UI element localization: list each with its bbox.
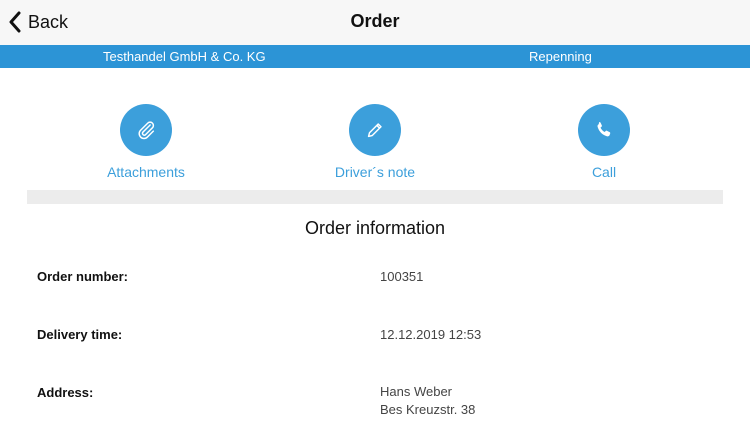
attachments-button[interactable]: Attachments [66,104,226,180]
attachments-circle[interactable] [120,104,172,156]
delivery-time-value: 12.12.2019 12:53 [380,327,482,342]
contact-name: Repenning [529,49,592,64]
phone-icon [597,122,611,137]
drivers-note-button[interactable]: Driver´s note [295,104,455,180]
attachments-label: Attachments [107,164,185,180]
company-name: Testhandel GmbH & Co. KG [103,49,266,64]
address-label: Address: [37,385,94,400]
order-content: Attachments Driver´s note Call Order inf… [0,68,750,422]
delivery-time-label: Delivery time: [37,327,123,342]
order-information-title: Order information [304,218,446,238]
call-circle[interactable] [578,104,630,156]
call-label: Call [591,164,617,180]
order-number-label: Order number: [37,269,129,284]
section-divider [27,190,723,204]
page-title: Order [350,11,400,31]
drivers-note-label: Driver´s note [334,164,416,180]
address-street: Bes Kreuzstr. 38 [380,402,476,417]
address-name: Hans Weber [380,384,453,399]
paperclip-icon [138,121,155,140]
customer-info-bar: Testhandel GmbH & Co. KG Repenning [0,45,750,68]
call-button[interactable]: Call [524,104,684,180]
order-number-value: 100351 [380,269,424,284]
navigation-bar: Back Order [0,0,750,45]
drivers-note-circle[interactable] [349,104,401,156]
address-value: Hans Weber Bes Kreuzstr. 38 [380,383,475,419]
pencil-icon [367,123,382,138]
